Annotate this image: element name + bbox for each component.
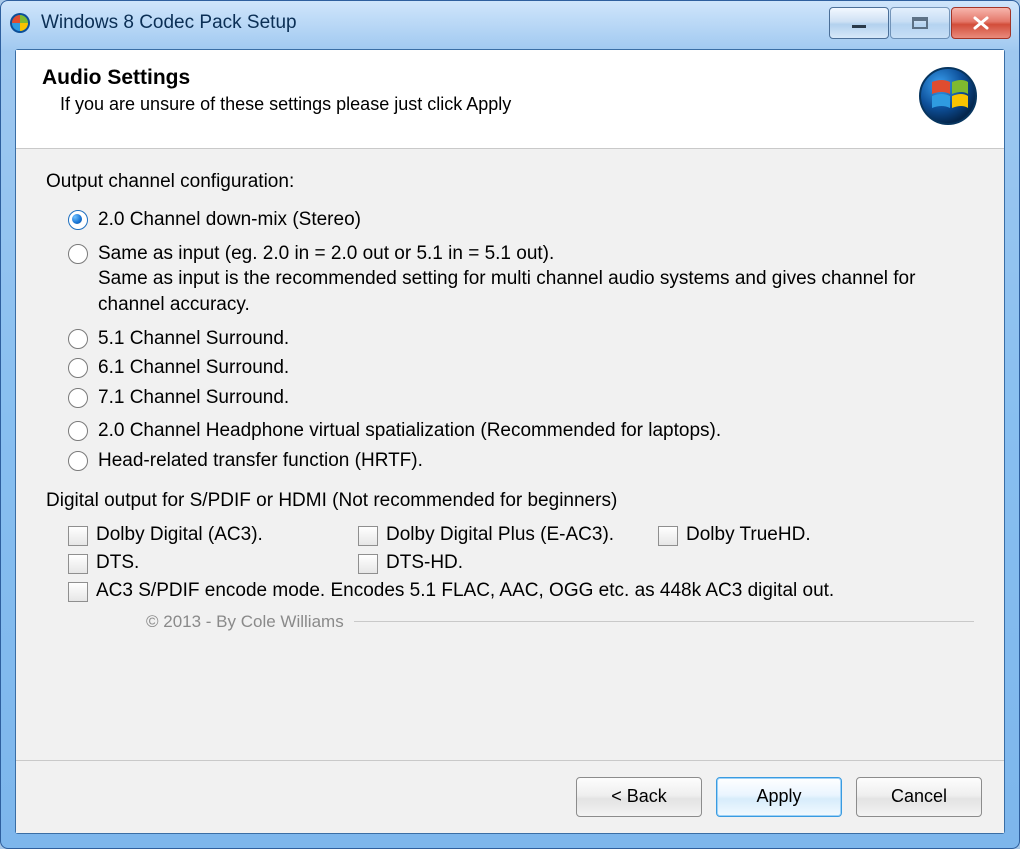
- radio-hrtf[interactable]: Head-related transfer function (HRTF).: [68, 448, 974, 474]
- installer-window: Windows 8 Codec Pack Setup Audio Setting…: [0, 0, 1020, 849]
- radio-stereo[interactable]: 2.0 Channel down-mix (Stereo): [68, 207, 974, 233]
- radio-icon: [68, 388, 88, 408]
- radio-icon: [68, 244, 88, 264]
- maximize-button[interactable]: [890, 7, 950, 39]
- radio-same-as-input[interactable]: Same as input (eg. 2.0 in = 2.0 out or 5…: [68, 241, 974, 318]
- checkbox-label: DTS.: [96, 552, 139, 574]
- minimize-button[interactable]: [829, 7, 889, 39]
- checkbox-label: DTS-HD.: [386, 552, 463, 574]
- page-subtitle: If you are unsure of these settings plea…: [42, 94, 898, 115]
- check-dolby-truehd[interactable]: Dolby TrueHD.: [658, 524, 811, 546]
- digital-section-label: Digital output for S/PDIF or HDMI (Not r…: [46, 490, 974, 512]
- client-area: Audio Settings If you are unsure of thes…: [15, 49, 1005, 834]
- radio-label: 6.1 Channel Surround.: [98, 355, 289, 381]
- apply-button[interactable]: Apply: [716, 777, 842, 817]
- radio-label: 2.0 Channel Headphone virtual spatializa…: [98, 418, 721, 444]
- radio-label: 7.1 Channel Surround.: [98, 385, 289, 411]
- cancel-button[interactable]: Cancel: [856, 777, 982, 817]
- checkbox-icon: [358, 554, 378, 574]
- digital-checkbox-group: Dolby Digital (AC3). Dolby Digital Plus …: [46, 524, 974, 602]
- copyright-line: © 2013 - By Cole Williams: [46, 612, 974, 632]
- radio-label: Head-related transfer function (HRTF).: [98, 448, 423, 474]
- check-dolby-digital[interactable]: Dolby Digital (AC3).: [68, 524, 348, 546]
- check-dolby-digital-plus[interactable]: Dolby Digital Plus (E-AC3).: [358, 524, 648, 546]
- channel-section-label: Output channel configuration:: [46, 171, 974, 193]
- radio-icon: [68, 421, 88, 441]
- radio-71[interactable]: 7.1 Channel Surround.: [68, 385, 974, 411]
- page-title: Audio Settings: [42, 66, 898, 90]
- radio-headphone-virtual[interactable]: 2.0 Channel Headphone virtual spatializa…: [68, 418, 974, 444]
- checkbox-label: Dolby TrueHD.: [686, 524, 811, 546]
- checkbox-icon: [68, 554, 88, 574]
- page-body: Output channel configuration: 2.0 Channe…: [16, 149, 1004, 760]
- footer: < Back Apply Cancel: [16, 760, 1004, 833]
- window-title: Windows 8 Codec Pack Setup: [41, 12, 297, 34]
- page-header: Audio Settings If you are unsure of thes…: [16, 50, 1004, 149]
- checkbox-icon: [358, 526, 378, 546]
- checkbox-icon: [658, 526, 678, 546]
- radio-icon: [68, 451, 88, 471]
- check-dts[interactable]: DTS.: [68, 552, 348, 574]
- checkbox-label: AC3 S/PDIF encode mode. Encodes 5.1 FLAC…: [96, 580, 834, 602]
- check-dts-hd[interactable]: DTS-HD.: [358, 552, 648, 574]
- radio-61[interactable]: 6.1 Channel Surround.: [68, 355, 974, 381]
- radio-label: 5.1 Channel Surround.: [98, 326, 289, 352]
- copyright-text: © 2013 - By Cole Williams: [136, 612, 354, 632]
- app-icon: [9, 12, 31, 34]
- back-button[interactable]: < Back: [576, 777, 702, 817]
- checkbox-icon: [68, 582, 88, 602]
- radio-icon: [68, 358, 88, 378]
- separator: [354, 621, 974, 622]
- titlebar: Windows 8 Codec Pack Setup: [1, 1, 1019, 45]
- radio-label: Same as input (eg. 2.0 in = 2.0 out or 5…: [98, 241, 974, 318]
- radio-label: 2.0 Channel down-mix (Stereo): [98, 207, 361, 233]
- windows-logo-icon: [918, 66, 978, 126]
- radio-icon: [68, 210, 88, 230]
- check-ac3-spdif-encode[interactable]: AC3 S/PDIF encode mode. Encodes 5.1 FLAC…: [68, 580, 834, 602]
- checkbox-label: Dolby Digital Plus (E-AC3).: [386, 524, 614, 546]
- channel-radio-group: 2.0 Channel down-mix (Stereo) Same as in…: [46, 207, 974, 474]
- checkbox-icon: [68, 526, 88, 546]
- radio-icon: [68, 329, 88, 349]
- checkbox-label: Dolby Digital (AC3).: [96, 524, 263, 546]
- radio-51[interactable]: 5.1 Channel Surround.: [68, 326, 974, 352]
- close-button[interactable]: [951, 7, 1011, 39]
